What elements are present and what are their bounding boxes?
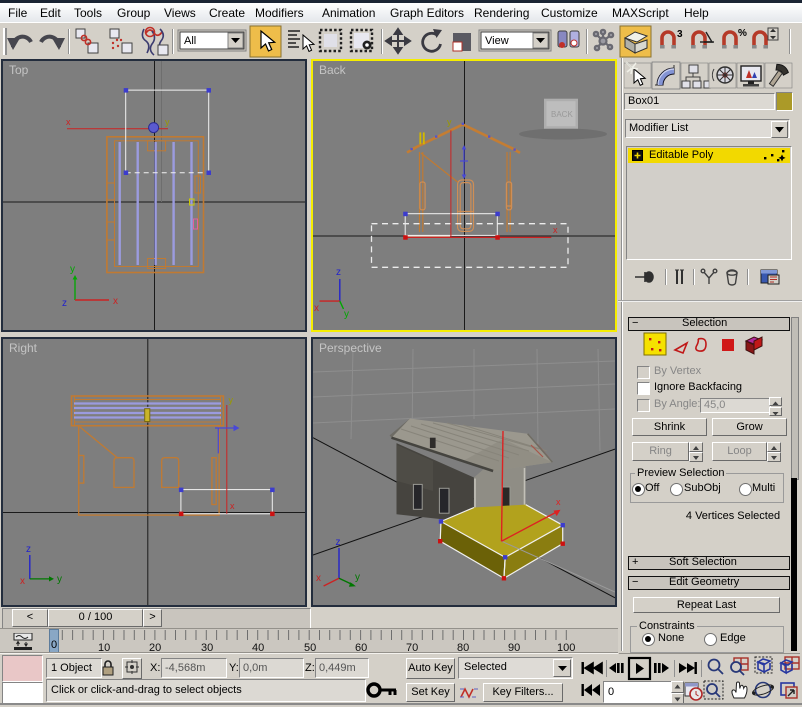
- svg-text:z: z: [26, 544, 31, 555]
- svg-text:z: z: [336, 267, 341, 278]
- svg-text:View: View: [485, 35, 509, 47]
- svg-text:y: y: [229, 395, 234, 405]
- svg-text:y: y: [355, 572, 360, 583]
- svg-text:x: x: [20, 576, 25, 587]
- svg-text:x: x: [113, 296, 118, 307]
- svg-text:x: x: [556, 497, 561, 507]
- svg-text:3: 3: [677, 29, 683, 40]
- svg-text:x: x: [316, 573, 321, 584]
- svg-text:%: %: [738, 28, 747, 39]
- svg-text:z: z: [336, 537, 341, 548]
- svg-text:x: x: [66, 117, 71, 127]
- svg-text:BACK: BACK: [551, 110, 573, 119]
- svg-text:x: x: [553, 225, 558, 235]
- svg-text:y: y: [165, 117, 170, 127]
- svg-text:All: All: [184, 35, 196, 47]
- svg-text:x: x: [314, 303, 319, 314]
- svg-text:x: x: [230, 501, 235, 511]
- svg-text:z: z: [62, 298, 67, 309]
- svg-text:y: y: [344, 309, 349, 320]
- svg-text:y: y: [57, 574, 62, 585]
- svg-text:y: y: [70, 264, 75, 275]
- svg-text:y: y: [447, 117, 452, 127]
